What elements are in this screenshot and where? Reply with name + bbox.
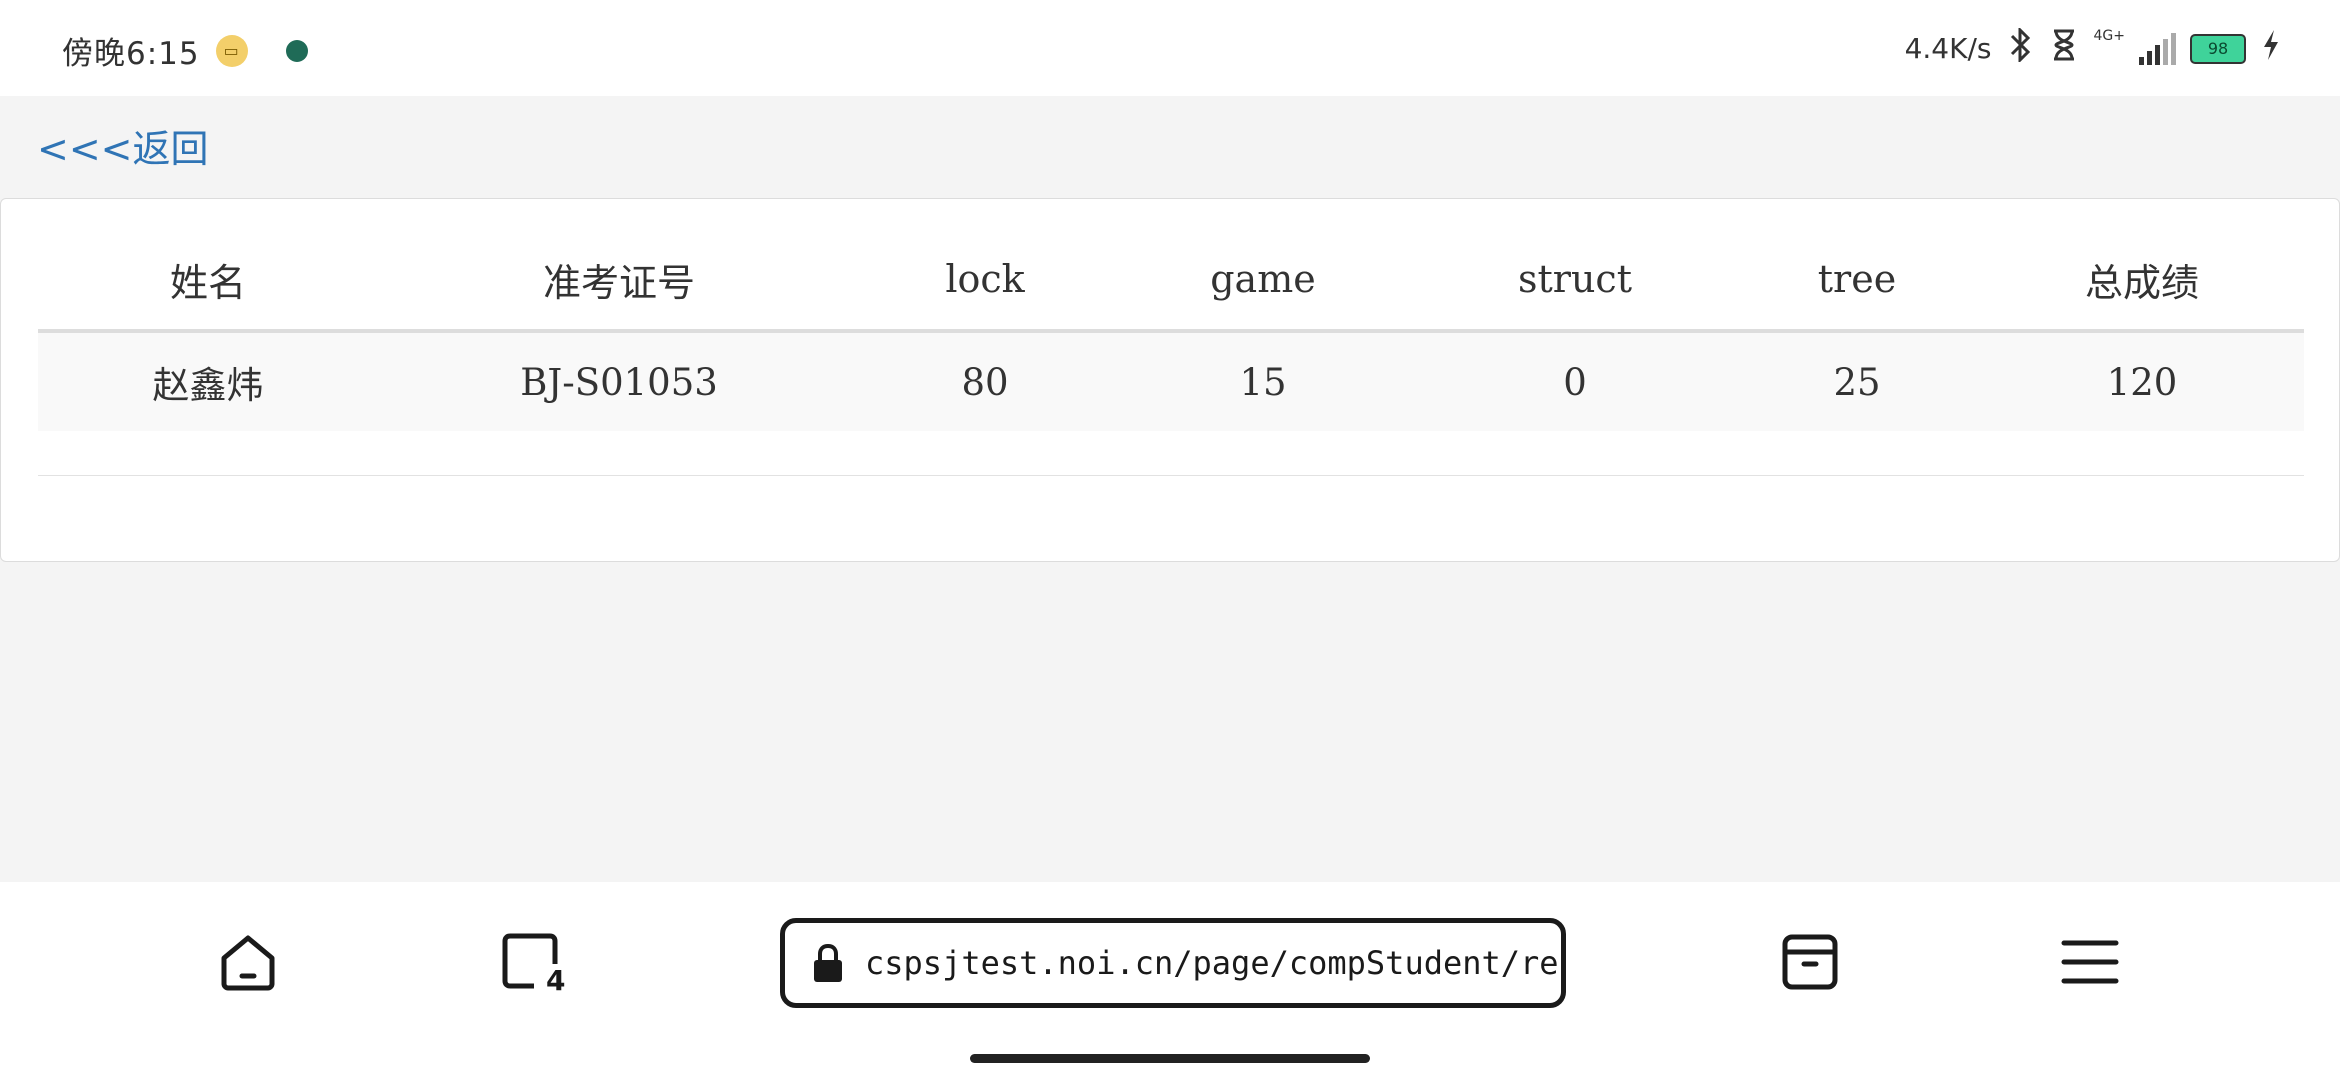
results-table: 姓名 准考证号 lock game struct tree 总成绩 赵鑫炜 BJ… bbox=[38, 229, 2304, 431]
cell-exam-id: BJ-S01053 bbox=[378, 331, 860, 431]
menu-icon[interactable] bbox=[2058, 930, 2122, 994]
cell-tree: 25 bbox=[1734, 331, 1980, 431]
network-type: 4G+ bbox=[2093, 28, 2126, 44]
cell-name: 赵鑫炜 bbox=[38, 331, 378, 431]
header-exam-id: 准考证号 bbox=[378, 229, 860, 333]
url-bar[interactable]: cspsjtest.noi.cn/page/compStudent/result… bbox=[780, 918, 1566, 1008]
url-text: cspsjtest.noi.cn/page/compStudent/result… bbox=[865, 944, 1561, 982]
battery-icon: 98 bbox=[2190, 33, 2246, 64]
signal-icon bbox=[2139, 32, 2176, 65]
table-header-row: 姓名 准考证号 lock game struct tree 总成绩 bbox=[38, 229, 2304, 333]
table-row: 赵鑫炜 BJ-S01053 80 15 0 25 120 bbox=[38, 331, 2304, 431]
cell-struct: 0 bbox=[1416, 331, 1734, 431]
bilibili-icon: ▭ bbox=[215, 34, 248, 67]
app-notification-icon bbox=[285, 39, 308, 62]
header-tree: tree bbox=[1734, 229, 1980, 333]
tabs-button[interactable]: 4 bbox=[500, 930, 566, 997]
status-bar: 傍晚6:15 ▭ 4.4K/s 4G+ 98 bbox=[0, 0, 2340, 96]
lock-icon bbox=[811, 939, 845, 987]
status-left: 傍晚6:15 ▭ bbox=[62, 28, 308, 73]
results-panel: 姓名 准考证号 lock game struct tree 总成绩 赵鑫炜 BJ… bbox=[0, 198, 2340, 562]
bookmarks-icon[interactable] bbox=[1778, 930, 1842, 994]
bluetooth-icon bbox=[2006, 26, 2034, 69]
table-divider bbox=[38, 475, 2304, 476]
cell-game: 15 bbox=[1110, 331, 1416, 431]
header-struct: struct bbox=[1416, 229, 1734, 333]
back-link[interactable]: <<<返回 bbox=[37, 118, 209, 173]
browser-bottom-bar: 4 cspsjtest.noi.cn/page/compStudent/resu… bbox=[0, 882, 2340, 1080]
home-icon[interactable] bbox=[216, 930, 280, 994]
header-game: game bbox=[1110, 229, 1416, 333]
tab-count: 4 bbox=[546, 964, 566, 997]
header-lock: lock bbox=[860, 229, 1110, 333]
hourglass-icon bbox=[2048, 28, 2080, 69]
header-total: 总成绩 bbox=[1980, 229, 2304, 333]
home-indicator[interactable] bbox=[970, 1054, 1370, 1063]
header-name: 姓名 bbox=[38, 229, 378, 333]
status-right: 4.4K/s 4G+ 98 bbox=[1904, 26, 2282, 69]
cell-total: 120 bbox=[1980, 331, 2304, 431]
clock: 傍晚6:15 bbox=[62, 36, 200, 72]
network-speed: 4.4K/s bbox=[1904, 32, 1992, 65]
cell-lock: 80 bbox=[860, 331, 1110, 431]
charging-icon bbox=[2260, 28, 2282, 69]
